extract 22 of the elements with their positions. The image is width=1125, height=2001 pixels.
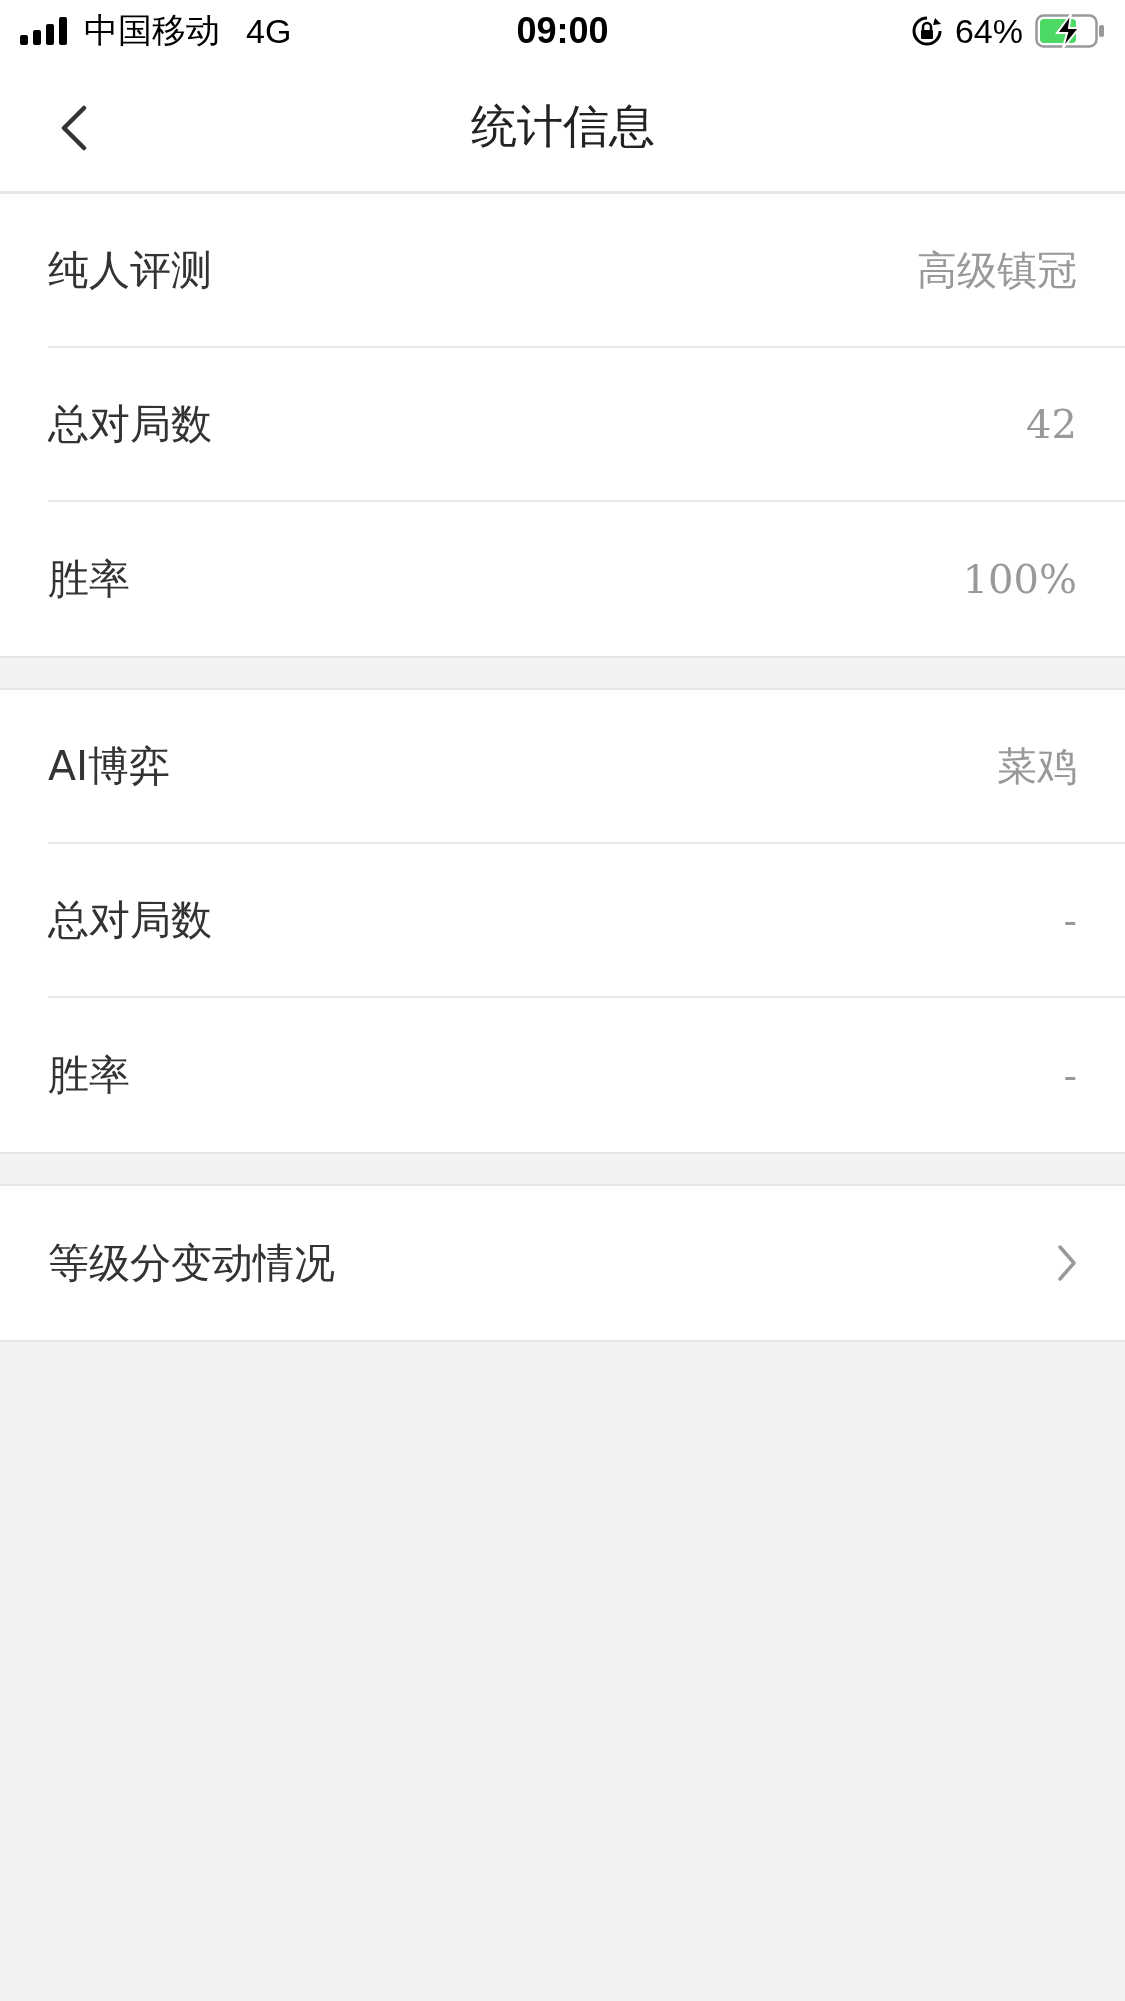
row-value: 100%: [962, 556, 1077, 602]
rotation-lock-icon: [910, 15, 943, 47]
row-label: 总对局数: [48, 398, 212, 450]
row-value: 菜鸡: [997, 741, 1077, 791]
row-label: 胜率: [48, 553, 130, 605]
carrier-name: 中国移动: [84, 10, 220, 51]
row-label: 等级分变动情况: [48, 1237, 335, 1289]
row-label: 总对局数: [48, 894, 212, 946]
chevron-right-icon[interactable]: [1057, 1244, 1077, 1282]
battery-percent: 64%: [954, 11, 1023, 51]
network-type: 4G: [246, 11, 292, 51]
row-label: 胜率: [48, 1049, 130, 1101]
row-value: 42: [1026, 401, 1077, 447]
row-label: AI博弈: [48, 740, 171, 792]
row-value: -: [1063, 897, 1077, 943]
clock-time: 09:00: [516, 10, 609, 52]
chevron-left-icon: [60, 105, 88, 151]
battery-charging-icon: [1035, 14, 1105, 48]
row-value: -: [1063, 1052, 1077, 1098]
row-value: 高级镇冠: [917, 245, 1077, 295]
row-label: 纯人评测: [48, 244, 212, 296]
page-title: 统计信息: [470, 97, 655, 155]
